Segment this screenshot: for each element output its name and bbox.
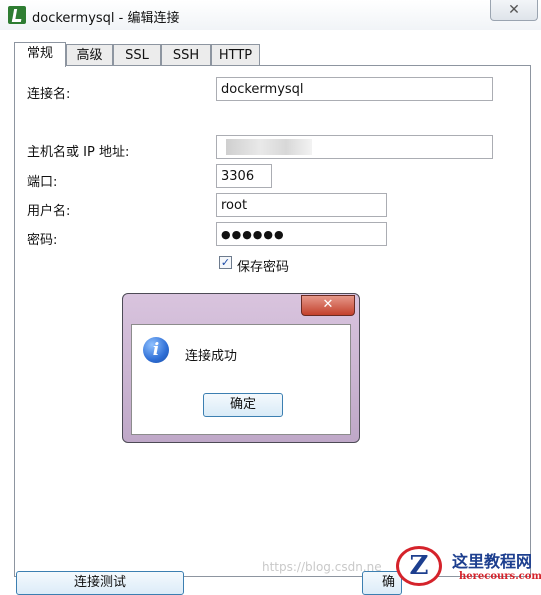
dialog-ok-button[interactable]: 确定 <box>203 393 283 417</box>
host-label: 主机名或 IP 地址: <box>27 145 130 160</box>
window-title: dockermysql - 编辑连接 <box>32 11 180 26</box>
info-icon: i <box>143 337 169 363</box>
dialog-message: 连接成功 <box>185 349 238 364</box>
dialog-body: i 连接成功 确定 <box>131 324 351 435</box>
connection-name-input[interactable]: dockermysql <box>216 77 493 101</box>
port-input[interactable]: 3306 <box>216 164 272 188</box>
tab-general[interactable]: 常规 <box>14 42 66 67</box>
tab-ssl[interactable]: SSL <box>113 44 161 66</box>
password-label: 密码: <box>27 233 58 248</box>
save-password-label: 保存密码 <box>237 260 290 275</box>
csdn-watermark: https://blog.csdn.ne <box>262 560 382 574</box>
tab-ssh[interactable]: SSH <box>161 44 211 66</box>
tab-advanced[interactable]: 高级 <box>66 44 113 66</box>
herecours-logo-title: 这里教程网 <box>452 552 533 571</box>
port-label: 端口: <box>27 175 58 190</box>
connection-name-label: 连接名: <box>27 87 71 102</box>
ok-button-partial[interactable]: 确 <box>362 571 402 595</box>
save-password-checkbox[interactable]: ✓ <box>219 256 232 269</box>
window-titlebar: dockermysql - 编辑连接 ✕ <box>0 0 541 30</box>
connection-result-dialog: ✕ i 连接成功 确定 <box>122 293 360 443</box>
dialog-close-button[interactable]: ✕ <box>301 295 355 316</box>
password-input[interactable]: ●●●●●● <box>216 222 387 246</box>
navicat-app-icon <box>8 6 26 24</box>
redacted-host-value <box>226 139 312 155</box>
test-connection-button[interactable]: 连接测试 <box>16 571 184 595</box>
username-input[interactable]: root <box>216 193 387 217</box>
herecours-logo-icon: Z <box>396 546 442 586</box>
window-close-button[interactable]: ✕ <box>490 0 538 21</box>
herecours-logo-subtitle: herecours.com <box>459 571 541 582</box>
tab-http[interactable]: HTTP <box>211 44 260 66</box>
username-label: 用户名: <box>27 204 71 219</box>
